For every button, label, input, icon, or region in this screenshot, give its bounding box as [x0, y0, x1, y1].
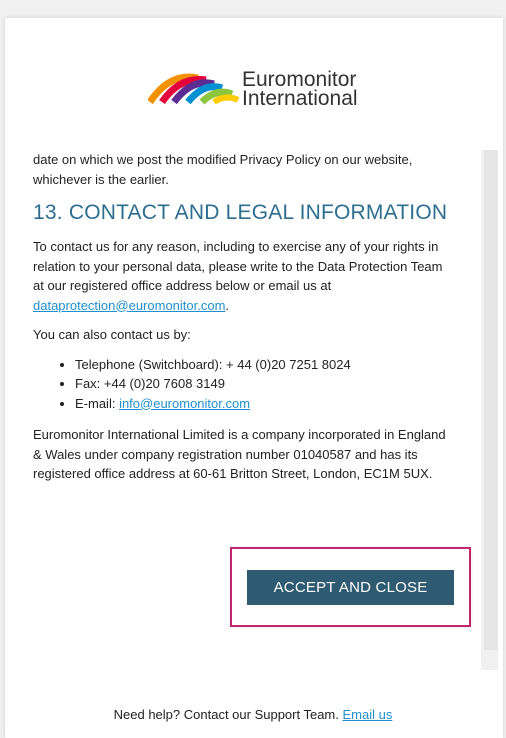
- email-item: E-mail: info@euromonitor.com: [75, 394, 448, 414]
- support-help-line: Need help? Contact our Support Team. Ema…: [0, 707, 506, 722]
- fax-item: Fax: +44 (0)20 7608 3149: [75, 374, 448, 394]
- section-title: 13. CONTACT AND LEGAL INFORMATION: [33, 201, 448, 224]
- logo-wordmark: Euromonitor International: [242, 69, 358, 110]
- help-text: Need help? Contact our Support Team.: [113, 707, 343, 722]
- logo-stripes-icon: [148, 73, 240, 105]
- contact-paragraph: To contact us for any reason, including …: [33, 237, 448, 315]
- intro-paragraph: date on which we post the modified Priva…: [33, 152, 413, 187]
- policy-content: date on which we post the modified Priva…: [33, 150, 448, 494]
- euromonitor-logo: Euromonitor International: [148, 66, 368, 126]
- page: Euromonitor International date on which …: [0, 0, 506, 738]
- dataprotection-email-link[interactable]: dataprotection@euromonitor.com: [33, 298, 225, 313]
- accept-and-close-button[interactable]: ACCEPT AND CLOSE: [247, 570, 454, 605]
- telephone-item: Telephone (Switchboard): + 44 (0)20 7251…: [75, 355, 448, 375]
- scrollbar-thumb[interactable]: [484, 150, 498, 650]
- email-us-link[interactable]: Email us: [343, 707, 393, 722]
- contact-paragraph-end: .: [225, 297, 230, 313]
- contact-paragraph-text: To contact us for any reason, including …: [33, 239, 443, 293]
- company-info-paragraph: Euromonitor International Limited is a c…: [33, 427, 446, 481]
- info-email-link[interactable]: info@euromonitor.com: [119, 396, 250, 411]
- email-label: E-mail:: [75, 395, 120, 411]
- contact-list: Telephone (Switchboard): + 44 (0)20 7251…: [33, 355, 448, 414]
- contact-methods-intro: You can also contact us by:: [33, 327, 191, 342]
- logo-line2: International: [242, 87, 358, 110]
